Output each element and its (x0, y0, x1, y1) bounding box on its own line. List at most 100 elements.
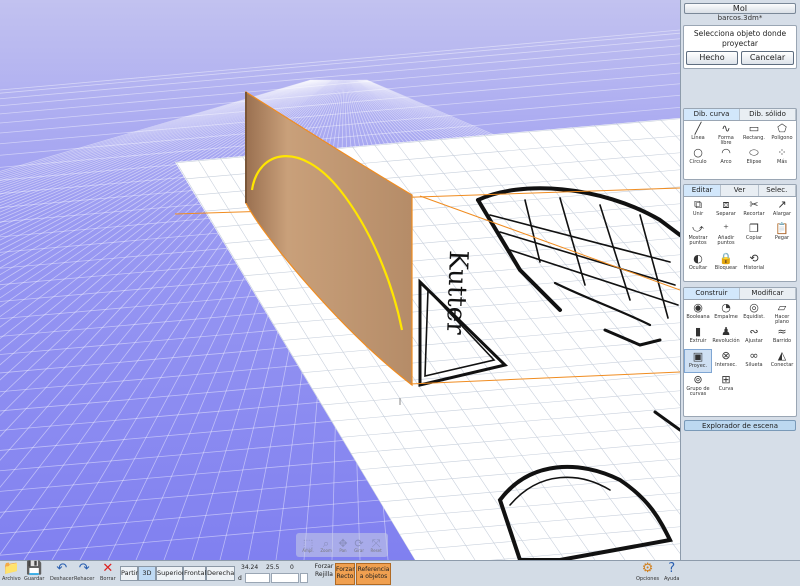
construct-tool-5[interactable]: ♟ Revolución (712, 325, 740, 349)
redo-button[interactable]: ↷ Rehacer (74, 562, 94, 583)
nav-orbit[interactable]: ⟳ Girar (354, 538, 364, 553)
construct-tool-13[interactable]: ⊞ Curva (712, 373, 740, 397)
copy-icon: ❐ (749, 222, 759, 235)
tab-select[interactable]: Selec. (759, 185, 796, 196)
construct-tool-8[interactable]: ▣ Proyec. (684, 349, 712, 373)
tool-label: Unir (692, 211, 704, 217)
viewport-3d[interactable]: Kutter ⬚ Ampl. ⌕ Zoom ✥ Pan ⟳ Girar ⤧ Reset (0, 0, 680, 560)
app-menu-button[interactable]: MoI (684, 3, 796, 14)
draw-tool-5[interactable]: ◠ Arco (712, 146, 740, 170)
draw-tool-6[interactable]: ⬭ Elipse (740, 146, 768, 170)
undo-button[interactable]: ↶ Deshacer (50, 561, 74, 583)
edit-tool-5[interactable]: ⁺ Añadir puntos (712, 222, 740, 252)
construct-tool-1[interactable]: ◔ Empalme (712, 301, 740, 325)
object-snap-button[interactable]: Referencia a objetos (356, 563, 391, 585)
view-nav-toolbar: ⬚ Ampl. ⌕ Zoom ✥ Pan ⟳ Girar ⤧ Reset (296, 533, 388, 557)
tool-label: Bloquear (714, 265, 738, 271)
save-button[interactable]: 💾 Guardar (24, 561, 44, 583)
nav-zoom-window[interactable]: ⬚ Ampl. (302, 538, 314, 553)
construct-tool-3[interactable]: ▱ Hacer plano (768, 301, 796, 325)
sweep-icon: ∾ (749, 325, 759, 338)
nav-pan[interactable]: ✥ Pan (338, 538, 347, 553)
circle-icon: ○ (693, 146, 703, 159)
tab-construct[interactable]: Construir (684, 288, 740, 299)
edit-tool-3[interactable]: ↗ Alargar (768, 198, 796, 222)
edit-tool-2[interactable]: ✂ Recortar (740, 198, 768, 222)
done-button[interactable]: Hecho (686, 51, 738, 65)
coord-input-z[interactable] (300, 573, 308, 583)
view-split-button[interactable]: Partir (120, 566, 138, 581)
trim-icon: ✂ (749, 198, 759, 211)
undo-icon: ↶ (56, 561, 68, 576)
tab-draw-solid[interactable]: Dib. sólido (740, 109, 796, 120)
edit-tool-7[interactable]: 📋 Pegar (768, 222, 796, 252)
delete-button[interactable]: ✕ Borrar (100, 562, 116, 583)
construct-tool-10[interactable]: ∞ Silueta (740, 349, 768, 373)
options-button[interactable]: ⚙ Opciones (636, 562, 659, 583)
polygon-icon: ⬠ (777, 122, 787, 135)
construct-tool-12[interactable]: ⊚ Grupo de curvas (684, 373, 712, 397)
edit-tool-4[interactable]: ⤻ Mostrar puntos (684, 222, 712, 252)
construct-tool-9[interactable]: ⊗ Intersec. (712, 349, 740, 373)
tool-label: Separar (716, 211, 736, 217)
file-button[interactable]: 📁 Archivo (2, 562, 21, 583)
view-front-button[interactable]: Frontal (183, 566, 206, 581)
boolean-icon: ◉ (693, 301, 703, 314)
construct-tool-7[interactable]: ≈ Barrido (768, 325, 796, 349)
tool-label: Forma libre (718, 135, 734, 146)
nav-reset[interactable]: ⤧ Reset (371, 538, 382, 553)
tool-label: Ajustar (745, 338, 763, 344)
nav-zoom[interactable]: ⌕ Zoom (320, 538, 332, 553)
view-top-button[interactable]: Superior (156, 566, 185, 581)
sketch-text: Kutter (440, 250, 473, 336)
view-3d-button[interactable]: 3D (138, 566, 156, 581)
construct-tool-6[interactable]: ∾ Ajustar (740, 325, 768, 349)
construct-tool-0[interactable]: ◉ Booleana (684, 301, 712, 325)
construct-tool-11[interactable]: ◭ Conectar (768, 349, 796, 373)
extrude-icon: ▮ (694, 325, 702, 338)
tool-label: Pegar (774, 235, 790, 241)
construct-tool-4[interactable]: ▮ Extruir (684, 325, 712, 349)
tool-label: Proyec. (688, 363, 708, 369)
draw-tool-7[interactable]: ⁘ Más (768, 146, 796, 170)
coord-input-y[interactable] (271, 573, 299, 583)
tool-label: Silueta (745, 362, 763, 368)
draw-tool-3[interactable]: ⬠ Polígono (768, 122, 796, 146)
tool-label: Conectar (770, 362, 794, 368)
tab-modify[interactable]: Modificar (740, 288, 796, 299)
edit-tool-9[interactable]: 🔒 Bloquear (712, 252, 740, 276)
construct-tool-2[interactable]: ◎ Equidist. (740, 301, 768, 325)
tool-label: Copiar (745, 235, 763, 241)
tab-edit[interactable]: Editar (684, 185, 722, 196)
tool-label: Arco (720, 159, 732, 165)
pan-icon: ✥ (338, 536, 348, 550)
edit-tool-6[interactable]: ❐ Copiar (740, 222, 768, 252)
edit-tool-0[interactable]: ⧉ Unir (684, 198, 712, 222)
draw-tool-2[interactable]: ▭ Rectang. (740, 122, 768, 146)
intersect-icon: ⊗ (721, 349, 731, 362)
draw-tool-1[interactable]: ∿ Forma libre (712, 122, 740, 146)
tool-label: Alargar (772, 211, 792, 217)
edit-tool-1[interactable]: ⧈ Separar (712, 198, 740, 222)
cancel-button[interactable]: Cancelar (741, 51, 794, 65)
coord-input-x[interactable] (245, 573, 270, 583)
draw-tool-4[interactable]: ○ Círculo (684, 146, 712, 170)
tool-label: Polígono (771, 135, 793, 141)
tab-view[interactable]: Ver (721, 185, 759, 196)
file-name: barcos.3dm* (717, 14, 763, 22)
edit-tool-10[interactable]: ⟲ Historial (740, 252, 768, 276)
tool-label: Recortar (743, 211, 765, 217)
coord-x: 34.24 (241, 564, 259, 571)
tab-draw-curve[interactable]: Dib. curva (684, 109, 740, 120)
ortho-snap-button[interactable]: Forzar Recto (335, 563, 355, 585)
tool-label: Hacer plano (774, 314, 790, 325)
help-button[interactable]: ? Ayuda (664, 562, 679, 583)
scene-explorer-button[interactable]: Explorador de escena (684, 420, 796, 431)
save-icon: 💾 (26, 561, 43, 576)
scene-canvas[interactable]: Kutter (0, 0, 680, 560)
tool-label: Empalme (714, 314, 738, 320)
edit-tool-8[interactable]: ◐ Ocultar (684, 252, 712, 276)
draw-tool-0[interactable]: ╱ Línea (684, 122, 712, 146)
view-right-button[interactable]: Derecha (206, 566, 235, 581)
show-points-icon: ⤻ (692, 222, 704, 235)
